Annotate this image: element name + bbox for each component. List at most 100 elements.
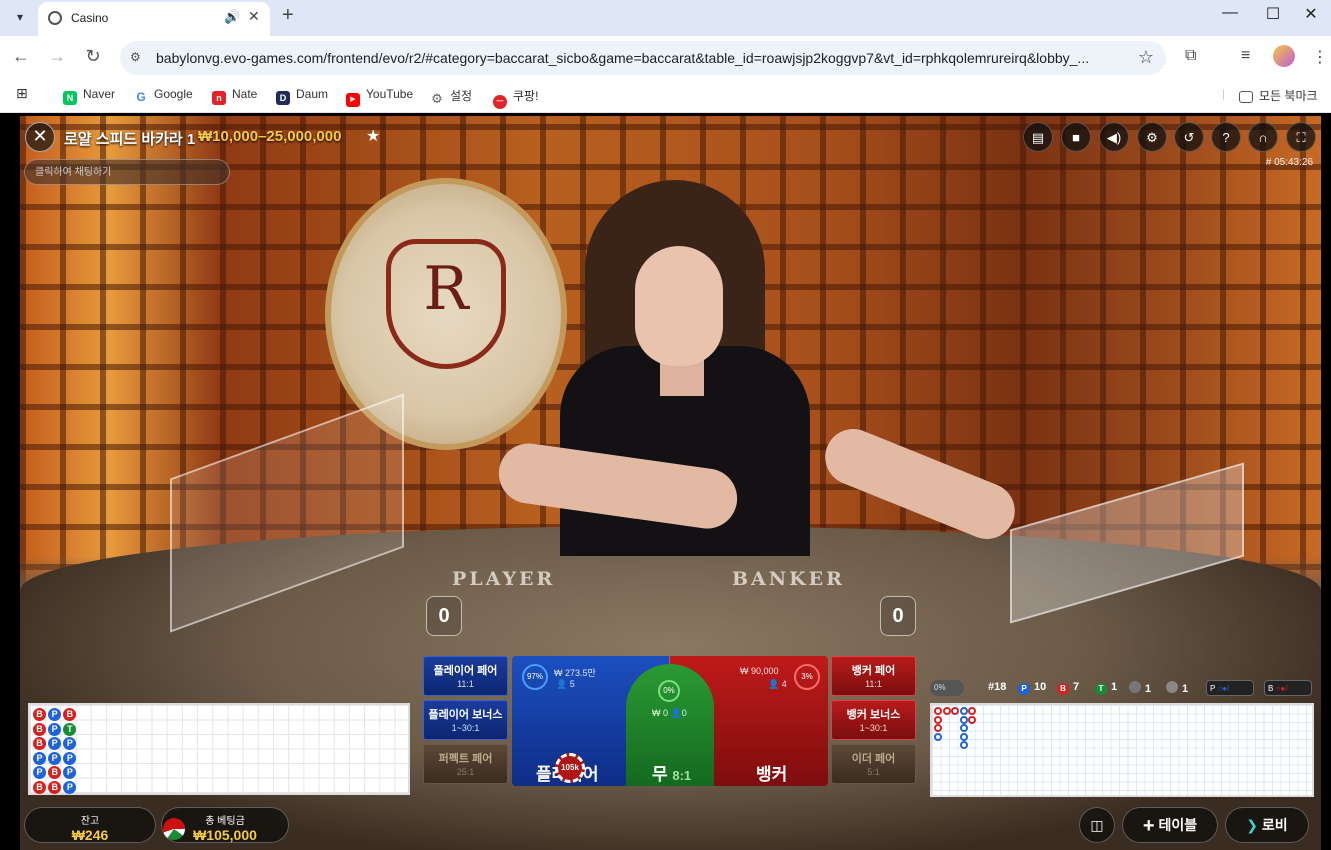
extensions-icon[interactable]: ⧉ — [1185, 47, 1196, 65]
player-dot-icon: P — [1018, 683, 1030, 695]
close-window-button[interactable]: ✕ — [1291, 4, 1331, 24]
banker-label: 뱅커 — [756, 765, 788, 784]
profile-avatar[interactable] — [1273, 45, 1295, 67]
player-score: 0 — [426, 596, 462, 636]
minimize-button[interactable]: — — [1210, 4, 1250, 22]
perfect-pair-bet[interactable]: 퍼펙트 페어 25:1 — [423, 744, 508, 784]
tie-amount: ₩ 0 — [652, 708, 669, 718]
big-road[interactable] — [930, 703, 1314, 797]
bookmark-youtube[interactable]: ▶ YouTube — [346, 87, 413, 107]
tab-close-icon[interactable]: ✕ — [248, 8, 260, 25]
apps-grid-icon[interactable]: ⊞ — [16, 85, 28, 102]
address-bar[interactable]: ⚙ babylonvg.evo-games.com/frontend/evo/r… — [120, 41, 1166, 75]
player-bonus-bet[interactable]: 플레이어 보너스 1~30:1 — [423, 700, 508, 740]
round-timestamp: # 05:43:26 — [1265, 157, 1313, 168]
settings-icon[interactable]: ⚙ — [1137, 122, 1167, 152]
banker-pct: 3% — [794, 664, 820, 690]
volume-icon[interactable]: ◀) — [1099, 122, 1129, 152]
player-pair-count: 1 — [1129, 681, 1151, 695]
predict-label: B — [1268, 684, 1274, 693]
youtube-icon: ▶ — [346, 93, 360, 107]
bet-odds: 1~30:1 — [859, 723, 888, 733]
either-pair-bet[interactable]: 이더 페어 5:1 — [831, 744, 916, 784]
help-icon[interactable]: ? — [1211, 122, 1241, 152]
banker-dot-icon: B — [1057, 683, 1069, 695]
video-icon[interactable]: ■ — [1061, 122, 1091, 152]
bookmark-label: Naver — [83, 87, 116, 101]
lobby-button[interactable]: ❯ 로비 — [1225, 807, 1309, 843]
player-win-value: 10 — [1034, 681, 1047, 693]
headset-icon[interactable]: ∩ — [1248, 122, 1278, 152]
tab-title: Casino — [71, 11, 109, 25]
big-road-ring — [959, 732, 968, 741]
maximize-button[interactable]: ☐ — [1253, 4, 1293, 24]
browser-menu-icon[interactable]: ⋮ — [1312, 47, 1328, 67]
tie-odds: 8:1 — [672, 768, 692, 783]
banker-pair-bet[interactable]: 뱅커 페어 11:1 — [831, 656, 916, 696]
banker-score: 0 — [880, 596, 916, 636]
history-icon[interactable]: ↺ — [1174, 122, 1204, 152]
tab-audio-icon[interactable]: 🔊 — [224, 9, 240, 25]
tables-button[interactable]: + 테이블 — [1122, 807, 1218, 843]
favorite-star-icon[interactable]: ★ — [366, 126, 380, 146]
bead-result: P — [63, 737, 77, 750]
close-game-button[interactable]: ✕ — [25, 122, 55, 152]
placed-chip: 105k — [555, 753, 585, 783]
bead-result: B — [63, 708, 77, 721]
media-control-icon[interactable]: ≡ — [1241, 47, 1250, 65]
site-info-icon[interactable]: ⚙ — [130, 50, 141, 64]
tab-search-button[interactable]: ▾ — [8, 5, 32, 29]
player-pair-value: 1 — [1145, 683, 1152, 695]
bead-road[interactable]: BBBPPBPPPPBBBTPPPP — [28, 703, 410, 795]
banker-win-value: 7 — [1073, 681, 1080, 693]
percentage-toggle[interactable]: 0% — [930, 680, 964, 696]
game-mode-button[interactable]: ◫ — [1079, 807, 1115, 843]
tie-bet-spot[interactable]: 0% ₩ 0 👤0 무 8:1 — [626, 664, 714, 786]
folder-icon — [1239, 91, 1253, 103]
player-pct: 97% — [522, 664, 548, 690]
table-limits: ₩10,000–25,000,000 — [198, 128, 342, 145]
player-pair-bet[interactable]: 플레이어 페어 11:1 — [423, 656, 508, 696]
bookmark-daum[interactable]: D Daum — [276, 87, 328, 105]
bet-label: 플레이어 페어 — [433, 665, 498, 677]
bookmark-nate[interactable]: n Nate — [212, 87, 257, 105]
player-predict-button[interactable]: P ○●/ — [1206, 680, 1254, 696]
bead-result: P — [48, 708, 62, 721]
bet-label: 뱅커 페어 — [851, 665, 896, 677]
lobby-icon: ❯ — [1246, 817, 1259, 833]
fullscreen-icon[interactable]: ⛶ — [1286, 122, 1316, 152]
big-road-ring — [951, 707, 959, 715]
banker-predict-button[interactable]: B ○●/ — [1264, 680, 1312, 696]
bead-result: T — [63, 722, 77, 736]
back-button[interactable]: ← — [9, 46, 33, 67]
bookmark-star-icon[interactable]: ☆ — [1138, 47, 1154, 68]
bead-result: B — [33, 737, 46, 750]
big-road-ring — [959, 741, 968, 749]
bead-result: P — [63, 751, 77, 765]
banker-pair-count: 1 — [1166, 681, 1188, 695]
bookmark-settings[interactable]: ⚙ 설정 — [430, 87, 472, 106]
bet-label: 뱅커 보너스 — [846, 709, 901, 721]
bookmark-naver[interactable]: N Naver — [63, 87, 115, 105]
bead-result: B — [33, 780, 46, 794]
bookmark-label: 쿠팡! — [513, 89, 539, 103]
bet-odds: 5:1 — [867, 767, 880, 777]
new-tab-button[interactable]: + — [282, 4, 294, 27]
player-bet-amount: ₩ 273.5만 — [554, 668, 596, 678]
browser-tab[interactable]: Casino 🔊 ✕ — [38, 2, 270, 36]
bookmark-google[interactable]: G Google — [134, 87, 193, 104]
bookmark-coupang[interactable]: — 쿠팡! — [493, 87, 538, 109]
plus-icon: + — [1142, 815, 1155, 837]
all-bookmarks-label: 모든 북마크 — [1259, 89, 1318, 103]
banker-bonus-bet[interactable]: 뱅커 보너스 1~30:1 — [831, 700, 916, 740]
url-text[interactable]: babylonvg.evo-games.com/frontend/evo/r2/… — [156, 50, 1126, 66]
forward-button[interactable]: → — [45, 46, 69, 67]
daum-icon: D — [276, 91, 290, 105]
chat-input[interactable]: 클릭하여 채팅하기 — [24, 159, 230, 185]
browser-toolbar: ← → ↻ ⚙ babylonvg.evo-games.com/frontend… — [0, 36, 1331, 80]
reload-button[interactable]: ↻ — [81, 46, 105, 67]
table-title: 로얄 스피드 바카라 1 — [64, 131, 196, 148]
all-bookmarks-button[interactable]: 모든 북마크 — [1239, 87, 1318, 104]
chat-icon[interactable]: ▤ — [1023, 122, 1053, 152]
bet-label: 이더 페어 — [851, 753, 896, 765]
